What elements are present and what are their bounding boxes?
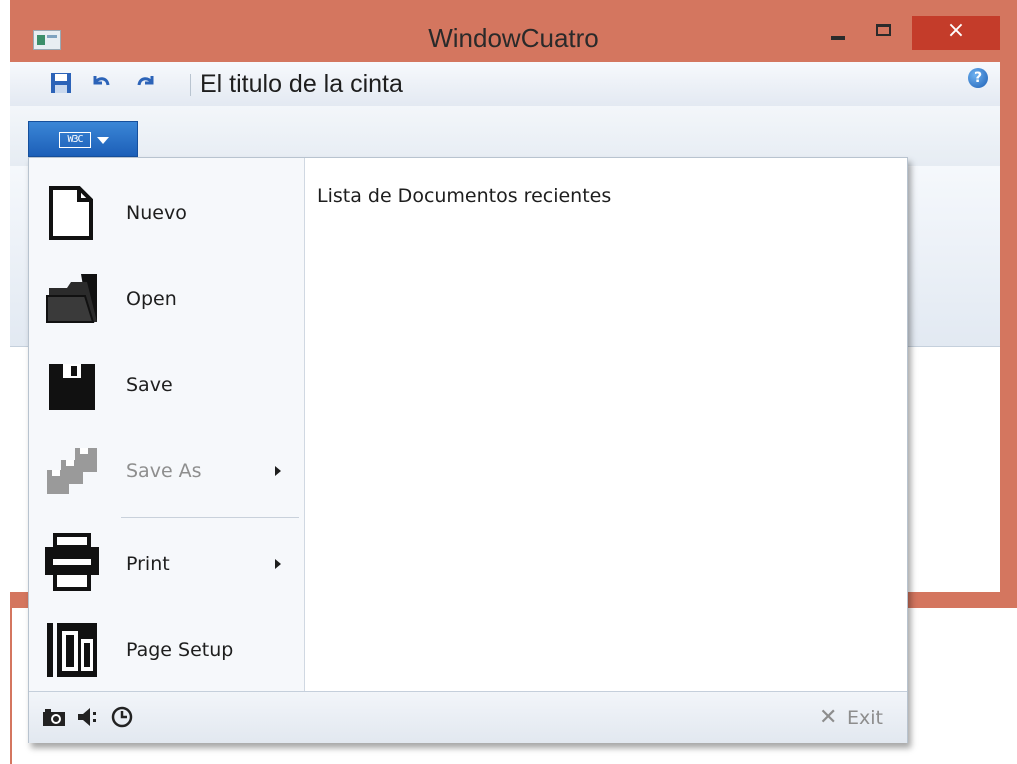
menu-item-label: Save (126, 374, 173, 396)
close-button[interactable]: × (912, 16, 1000, 50)
menu-item-label: Page Setup (126, 639, 234, 661)
save-as-icon (47, 448, 97, 494)
redo-icon[interactable] (135, 72, 157, 94)
application-menu-footer: ✕ Exit (29, 691, 907, 743)
clock-icon[interactable] (109, 706, 135, 728)
open-folder-icon (46, 274, 97, 323)
save-icon[interactable] (50, 72, 72, 94)
page-setup-icon (47, 623, 97, 677)
menu-item-save-as[interactable]: Save As (29, 428, 305, 514)
new-document-icon (49, 186, 93, 240)
w3c-logo: W3C (59, 132, 91, 148)
menu-item-label: Nuevo (126, 202, 187, 224)
camera-icon[interactable] (41, 706, 67, 728)
application-menu: Nuevo Open Save Save As Print Page Setup… (28, 157, 908, 743)
submenu-arrow-icon (275, 559, 281, 569)
menu-item-open[interactable]: Open (29, 256, 305, 342)
menu-item-nuevo[interactable]: Nuevo (29, 170, 305, 256)
help-icon[interactable]: ? (968, 68, 988, 88)
menu-item-print[interactable]: Print (29, 521, 305, 607)
recent-documents-title: Lista de Documentos recientes (317, 185, 612, 207)
quick-access-toolbar: El titulo de la cinta (10, 62, 1000, 107)
submenu-arrow-icon (275, 466, 281, 476)
recent-documents-panel: Lista de Documentos recientes (305, 158, 907, 691)
maximize-button[interactable] (866, 19, 906, 51)
application-menu-items: Nuevo Open Save Save As Print Page Setup (29, 158, 305, 691)
toolbar-separator (190, 74, 191, 96)
save-icon (49, 364, 95, 410)
chevron-down-icon (97, 137, 109, 144)
exit-button[interactable]: ✕ Exit (819, 705, 899, 731)
minimize-button[interactable] (820, 19, 858, 51)
menu-item-save[interactable]: Save (29, 342, 305, 428)
close-icon: ✕ (819, 705, 838, 730)
window-left-edge (10, 600, 12, 764)
speaker-icon[interactable] (75, 706, 101, 728)
menu-item-label: Open (126, 288, 177, 310)
menu-item-page-setup[interactable]: Page Setup (29, 607, 305, 693)
ribbon-title: El titulo de la cinta (200, 70, 403, 98)
undo-icon[interactable] (90, 72, 112, 94)
menu-item-label: Save As (126, 460, 202, 482)
application-menu-button[interactable]: W3C (28, 121, 138, 157)
menu-divider (121, 517, 299, 518)
printer-icon (45, 533, 99, 591)
menu-item-label: Print (126, 553, 170, 575)
title-bar[interactable]: WindowCuatro × (10, 0, 1017, 62)
exit-label: Exit (847, 707, 883, 729)
